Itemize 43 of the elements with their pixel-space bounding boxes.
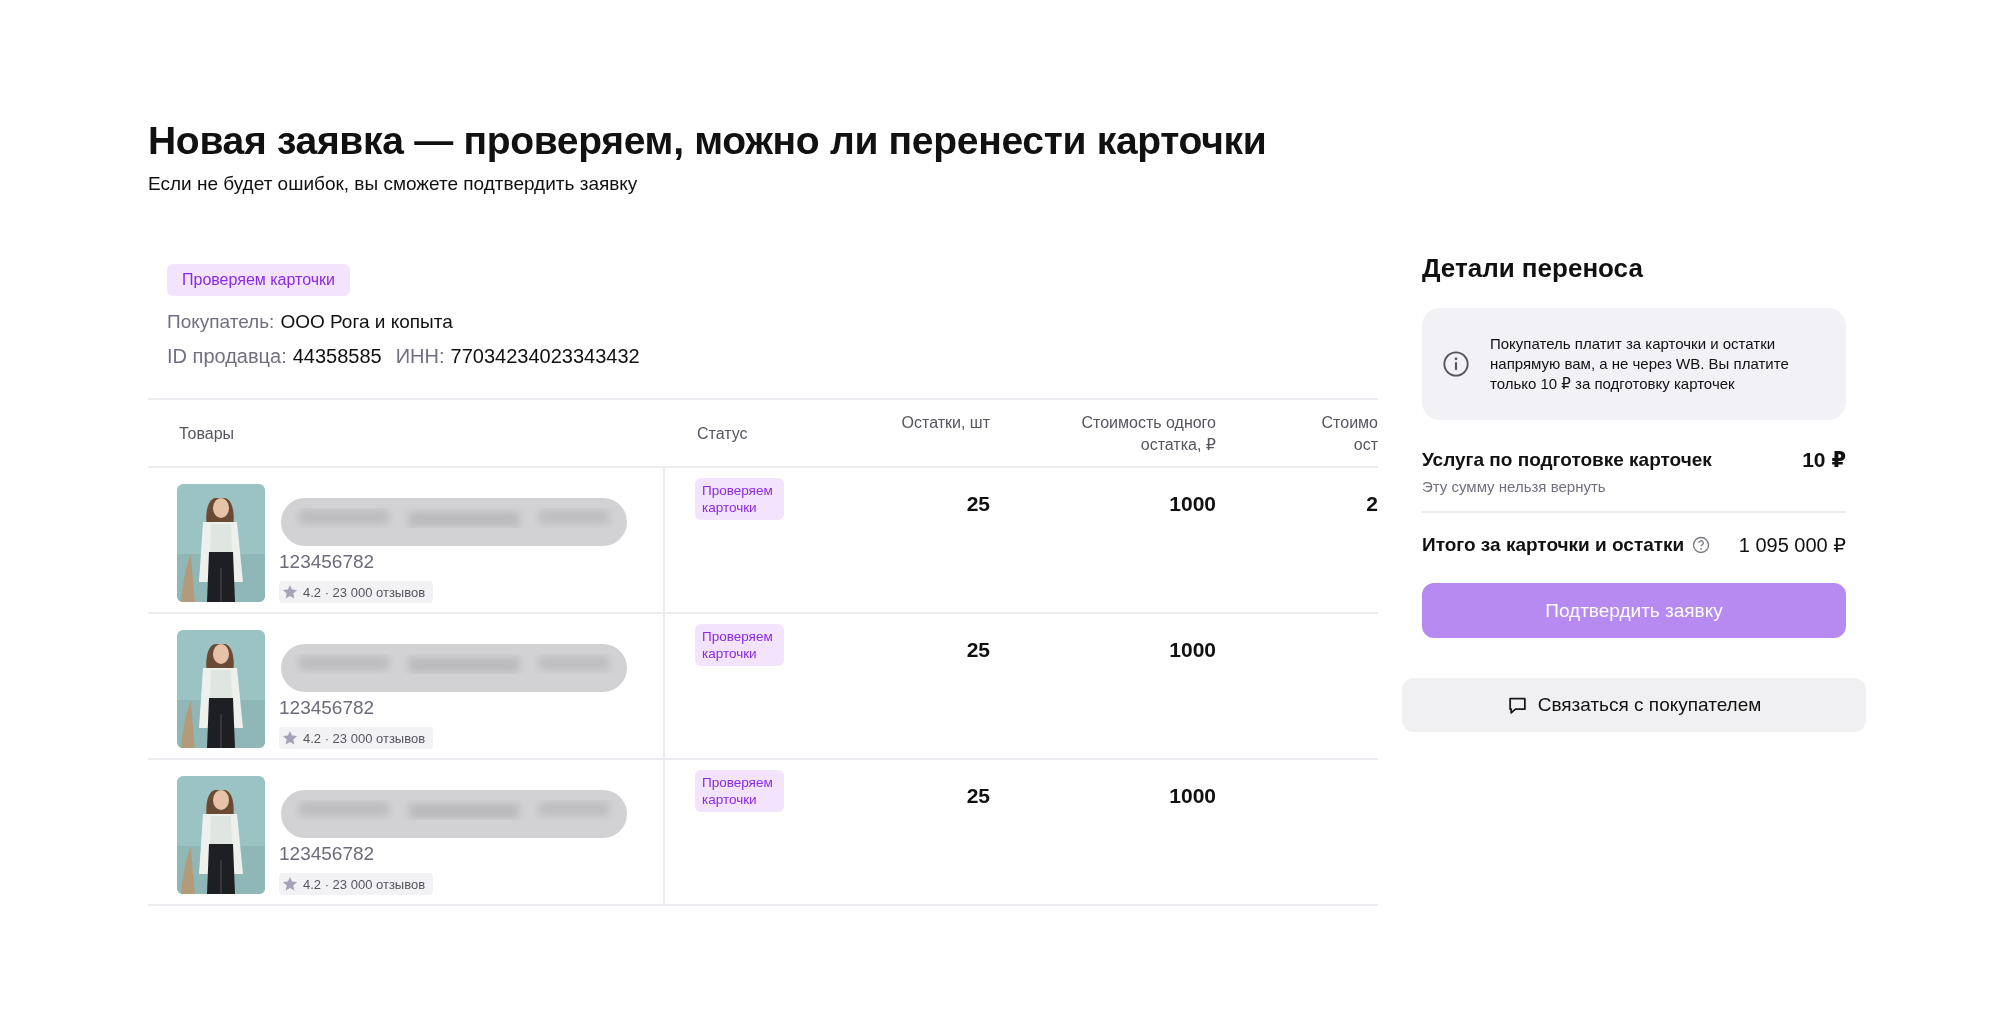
column-header: Статус: [665, 400, 890, 468]
article-number: 123456782: [279, 550, 376, 574]
field-label: Покупатель:: [167, 311, 275, 332]
field-label: ИНН:: [395, 345, 445, 367]
panel-title: Детали переноса: [1422, 252, 1644, 284]
status-badge: Проверяем карточки: [167, 264, 350, 296]
page-subtitle: Если не будет ошибок, вы сможете подтвердить заявку: [148, 172, 639, 196]
status-badge: Проверяем карточки: [695, 770, 784, 812]
seller-id: 44358585: [292, 345, 382, 367]
info-icon: [1442, 350, 1470, 378]
inn-value: 77034234023343432: [450, 345, 640, 367]
status-badge: Проверяем карточки: [695, 624, 784, 666]
star-icon: [282, 730, 298, 746]
column-header: Остатки, шт: [890, 400, 990, 468]
field-label: ID продавца:: [167, 345, 287, 367]
contact-button[interactable]: Связаться с покупателем: [1402, 678, 1866, 732]
star-icon: [282, 584, 298, 600]
column-header: Стоимо ост: [1216, 400, 1378, 468]
service-label: Услуга по подготовке карточек: [1422, 449, 1712, 471]
service-price: 10 ₽: [1802, 448, 1846, 472]
table-cell: 2: [1366, 492, 1378, 515]
page-title: Новая заявка — проверяем, можно ли перенести карточки: [148, 118, 1268, 164]
table-cell: 1000: [1169, 784, 1216, 807]
article-number: 123456782: [279, 696, 376, 720]
info-text: Покупатель платит за карточки и остатки напрямую вам, а не через WB. Вы платите только 10 ₽ за подготовку карточек: [1490, 334, 1790, 394]
column-header: Товары: [148, 400, 665, 468]
article-number: 123456782: [279, 842, 376, 866]
total-label: Итого за карточки и остатки: [1422, 534, 1685, 556]
rating-text: 4.2 · 23 000 отзывов: [303, 584, 426, 600]
table-cell: 1000: [1169, 638, 1216, 661]
total-amount: 1 095 000 ₽: [1738, 533, 1846, 557]
table-cell: 25: [966, 638, 990, 661]
table-cell: 1000: [1169, 492, 1216, 515]
star-icon: [282, 876, 298, 892]
table-cell: 25: [966, 784, 990, 807]
status-badge: Проверяем карточки: [695, 478, 784, 520]
buyer-name: ООО Рога и копыта: [280, 311, 453, 332]
column-header: Стоимость одного остатка, ₽: [990, 400, 1216, 468]
help-icon: [1692, 536, 1711, 554]
table-cell: 25: [966, 492, 990, 515]
rating-text: 4.2 · 23 000 отзывов: [303, 876, 426, 892]
rating-text: 4.2 · 23 000 отзывов: [303, 730, 426, 746]
service-note: Эту сумму нельзя вернуть: [1422, 478, 1607, 495]
